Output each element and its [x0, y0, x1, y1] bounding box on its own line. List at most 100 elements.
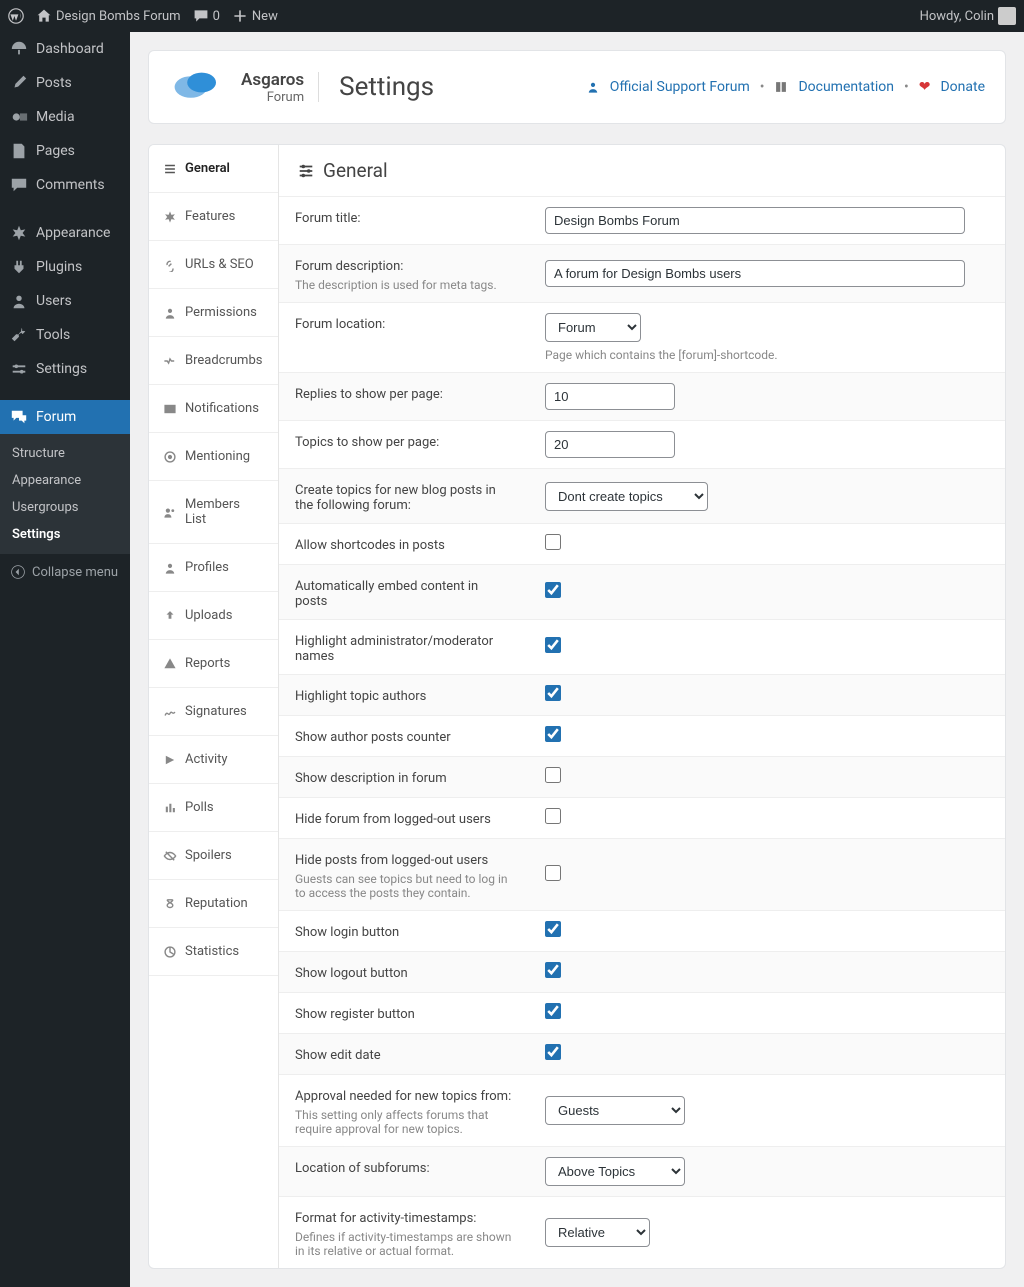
admin-topbar: Design Bombs Forum 0 New Howdy, Colin: [0, 0, 1024, 32]
heart-icon: ❤: [919, 79, 931, 95]
tab-activity[interactable]: Activity: [149, 736, 278, 784]
tab-urls[interactable]: URLs & SEO: [149, 241, 278, 289]
asgaros-logo: [169, 69, 227, 105]
tab-mentioning[interactable]: Mentioning: [149, 433, 278, 481]
tab-uploads[interactable]: Uploads: [149, 592, 278, 640]
help-approval: This setting only affects forums that re…: [295, 1108, 513, 1136]
settings-tabs: General Features URLs & SEO Permissions …: [149, 145, 279, 1268]
label-create-topics: Create topics for new blog posts in the …: [279, 469, 529, 524]
subnav-appearance[interactable]: Appearance: [0, 467, 130, 494]
brand-name: Asgaros: [241, 70, 304, 90]
label-posts-counter: Show author posts counter: [279, 716, 529, 757]
admin-sidebar: Dashboard Posts Media Pages Comments App…: [0, 32, 130, 1287]
tab-breadcrumbs[interactable]: Breadcrumbs: [149, 337, 278, 385]
select-subforums[interactable]: Above Topics: [545, 1157, 685, 1186]
forum-subnav: Structure Appearance Usergroups Settings: [0, 434, 130, 554]
check-hide-forum[interactable]: [545, 808, 561, 824]
wp-logo[interactable]: [8, 8, 24, 24]
label-edit-date: Show edit date: [279, 1034, 529, 1075]
tab-notifications[interactable]: Notifications: [149, 385, 278, 433]
tab-general[interactable]: General: [149, 145, 278, 193]
tab-reputation[interactable]: Reputation: [149, 880, 278, 928]
check-logout-btn[interactable]: [545, 962, 561, 978]
subnav-settings[interactable]: Settings: [0, 521, 130, 548]
book-icon: [774, 80, 788, 94]
label-approval: Approval needed for new topics from:: [295, 1089, 511, 1104]
site-home-link[interactable]: Design Bombs Forum: [36, 8, 181, 24]
select-timestamps[interactable]: Relative: [545, 1218, 650, 1247]
check-register-btn[interactable]: [545, 1003, 561, 1019]
page-title: Settings: [318, 72, 434, 102]
check-show-desc[interactable]: [545, 767, 561, 783]
select-create-topics[interactable]: Dont create topics: [545, 482, 708, 511]
help-timestamps: Defines if activity-timestamps are shown…: [295, 1230, 513, 1258]
label-forum-location: Forum location:: [279, 303, 529, 373]
settings-panel: General Forum title: Forum description: T…: [279, 145, 1005, 1268]
label-subforums: Location of subforums:: [279, 1147, 529, 1197]
tab-permissions[interactable]: Permissions: [149, 289, 278, 337]
label-login-btn: Show login button: [279, 911, 529, 952]
section-heading: General: [279, 145, 1005, 197]
donate-link[interactable]: Donate: [940, 79, 985, 95]
label-embed: Automatically embed content in posts: [279, 565, 529, 620]
label-show-desc: Show description in forum: [279, 757, 529, 798]
check-edit-date[interactable]: [545, 1044, 561, 1060]
header-links: Official Support Forum • Documentation •…: [586, 79, 985, 95]
tab-signatures[interactable]: Signatures: [149, 688, 278, 736]
nav-users[interactable]: Users: [0, 284, 130, 318]
check-highlight-author[interactable]: [545, 685, 561, 701]
check-embed[interactable]: [545, 582, 561, 598]
check-login-btn[interactable]: [545, 921, 561, 937]
nav-posts[interactable]: Posts: [0, 66, 130, 100]
new-button[interactable]: New: [232, 8, 278, 24]
comments-count[interactable]: 0: [193, 8, 220, 24]
nav-forum[interactable]: Forum: [0, 400, 130, 434]
tab-members[interactable]: Members List: [149, 481, 278, 544]
docs-link[interactable]: Documentation: [798, 79, 894, 95]
input-forum-desc[interactable]: [545, 260, 965, 287]
collapse-menu[interactable]: Collapse menu: [0, 554, 130, 590]
label-highlight-mod: Highlight administrator/moderator names: [279, 620, 529, 675]
label-highlight-author: Highlight topic authors: [279, 675, 529, 716]
input-forum-title[interactable]: [545, 207, 965, 234]
check-shortcodes[interactable]: [545, 534, 561, 550]
content-area: Asgaros Forum Settings Official Support …: [130, 32, 1024, 1287]
tab-profiles[interactable]: Profiles: [149, 544, 278, 592]
input-replies[interactable]: [545, 383, 675, 410]
subnav-structure[interactable]: Structure: [0, 440, 130, 467]
label-shortcodes: Allow shortcodes in posts: [279, 524, 529, 565]
label-forum-desc: Forum description:: [295, 259, 403, 274]
page-header: Asgaros Forum Settings Official Support …: [148, 50, 1006, 124]
label-timestamps: Format for activity-timestamps:: [295, 1211, 476, 1226]
support-link[interactable]: Official Support Forum: [610, 79, 750, 95]
nav-comments[interactable]: Comments: [0, 168, 130, 202]
tab-spoilers[interactable]: Spoilers: [149, 832, 278, 880]
tab-statistics[interactable]: Statistics: [149, 928, 278, 976]
check-posts-counter[interactable]: [545, 726, 561, 742]
nav-dashboard[interactable]: Dashboard: [0, 32, 130, 66]
nav-tools[interactable]: Tools: [0, 318, 130, 352]
select-forum-location[interactable]: Forum: [545, 313, 641, 342]
input-topics[interactable]: [545, 431, 675, 458]
label-hide-posts: Hide posts from logged-out users: [295, 853, 488, 868]
nav-pages[interactable]: Pages: [0, 134, 130, 168]
subnav-usergroups[interactable]: Usergroups: [0, 494, 130, 521]
label-register-btn: Show register button: [279, 993, 529, 1034]
nav-settings[interactable]: Settings: [0, 352, 130, 386]
help-forum-location: Page which contains the [forum]-shortcod…: [545, 348, 989, 362]
help-forum-desc: The description is used for meta tags.: [295, 278, 513, 292]
nav-media[interactable]: Media: [0, 100, 130, 134]
user-icon: [586, 80, 600, 94]
nav-appearance[interactable]: Appearance: [0, 216, 130, 250]
howdy-user[interactable]: Howdy, Colin: [920, 7, 1016, 25]
label-logout-btn: Show logout button: [279, 952, 529, 993]
tab-polls[interactable]: Polls: [149, 784, 278, 832]
check-highlight-mod[interactable]: [545, 637, 561, 653]
help-hide-posts: Guests can see topics but need to log in…: [295, 872, 513, 900]
tab-features[interactable]: Features: [149, 193, 278, 241]
nav-plugins[interactable]: Plugins: [0, 250, 130, 284]
label-forum-title: Forum title:: [279, 197, 529, 245]
select-approval[interactable]: Guests: [545, 1096, 685, 1125]
check-hide-posts[interactable]: [545, 865, 561, 881]
tab-reports[interactable]: Reports: [149, 640, 278, 688]
